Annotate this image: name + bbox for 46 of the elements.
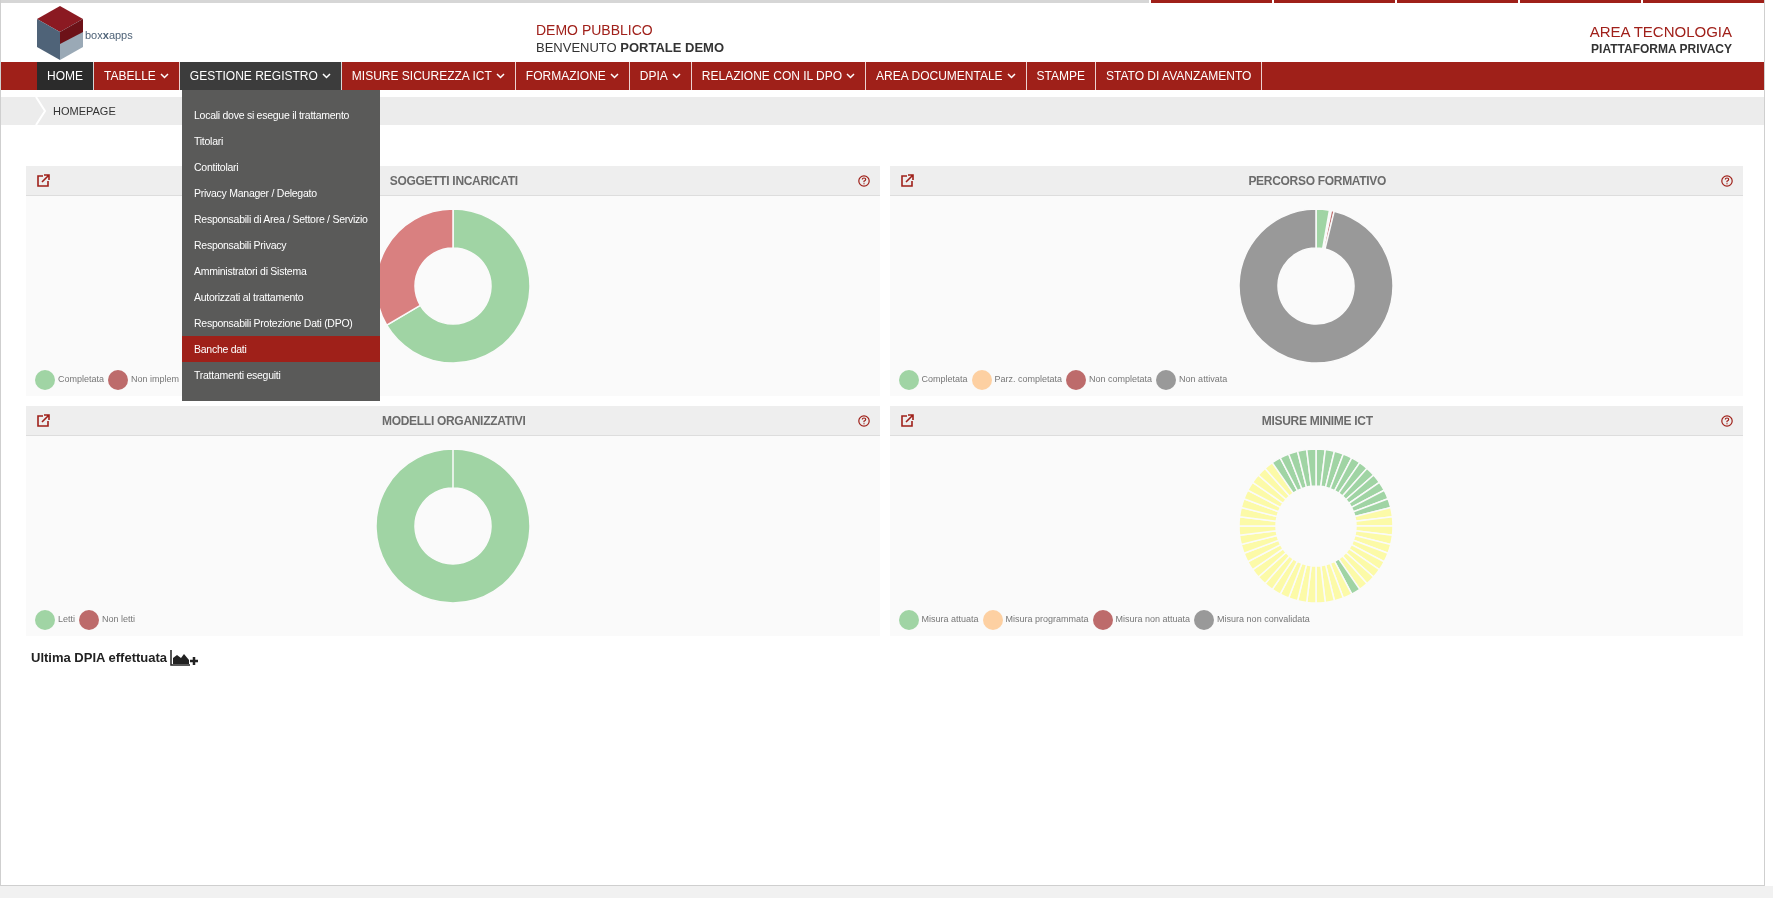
portal-title: DEMO PUBBLICO xyxy=(536,22,654,39)
legend-label: Non implem xyxy=(131,373,180,387)
dropdown-item[interactable]: Titolari xyxy=(182,128,380,154)
dropdown-item[interactable]: Locali dove si esegue il trattamento xyxy=(182,102,380,128)
last-dpia-label: Ultima DPIA effettuata xyxy=(31,649,168,667)
dropdown-item[interactable]: Banche dati xyxy=(182,336,380,362)
external-link-icon[interactable] xyxy=(899,413,914,428)
platform-title: PIATTAFORMA PRIVACY xyxy=(1591,41,1732,57)
card-title: MODELLI ORGANIZZATIVI xyxy=(382,412,526,430)
legend-label: Misura non convalidata xyxy=(1217,613,1310,627)
legend-label: Completata xyxy=(58,373,105,387)
help-icon[interactable] xyxy=(857,174,870,187)
legend-label: Misura programmata xyxy=(1005,613,1089,627)
dropdown-item[interactable]: Privacy Manager / Delegato xyxy=(182,180,380,206)
logo-icon xyxy=(37,6,83,60)
external-link-icon[interactable] xyxy=(36,413,50,428)
add-chart-icon[interactable] xyxy=(170,649,201,667)
breadcrumb-item[interactable]: HOMEPAGE xyxy=(53,102,116,120)
nav-item[interactable]: HOME xyxy=(37,62,94,90)
area-title: AREA TECNOLOGIA xyxy=(1589,23,1732,41)
welcome-text: BENVENUTO PORTALE DEMO xyxy=(536,39,726,56)
logo-text: boxxapps xyxy=(85,27,133,43)
card-title: MISURE MINIME ICT xyxy=(1261,412,1373,430)
dropdown-item[interactable]: Contitolari xyxy=(182,154,380,180)
legend-label: Misura non attuata xyxy=(1115,613,1191,627)
card-title: PERCORSO FORMATIVO xyxy=(1248,172,1387,190)
legend-label: Misura attuata xyxy=(921,613,979,627)
legend-label: Letti xyxy=(58,613,75,627)
card-title: SOGGETTI INCARICATI xyxy=(389,172,518,190)
dropdown-item[interactable]: Amministratori di Sistema xyxy=(182,258,380,284)
help-icon[interactable] xyxy=(1721,414,1733,427)
legend-label: Non completata xyxy=(1089,373,1153,387)
legend-label: Non attivata xyxy=(1179,373,1228,387)
help-icon[interactable] xyxy=(857,414,870,427)
dropdown-item[interactable]: Responsabili Protezione Dati (DPO) xyxy=(182,310,380,336)
nav-item[interactable]: GESTIONE REGISTRO xyxy=(179,62,342,90)
external-link-icon[interactable] xyxy=(899,173,914,188)
external-link-icon[interactable] xyxy=(36,173,50,188)
dropdown-item[interactable]: Responsabili di Area / Settore / Servizio xyxy=(182,206,380,232)
legend-label: Non letti xyxy=(102,613,136,627)
dropdown-item[interactable]: Autorizzati al trattamento xyxy=(182,284,380,310)
dropdown-item[interactable]: Trattamenti eseguiti xyxy=(182,362,380,388)
dropdown-item[interactable]: Responsabili Privacy xyxy=(182,232,380,258)
help-icon[interactable] xyxy=(1721,174,1733,187)
legend-label: Completata xyxy=(921,373,968,387)
legend-label: Parz. completata xyxy=(994,373,1063,387)
